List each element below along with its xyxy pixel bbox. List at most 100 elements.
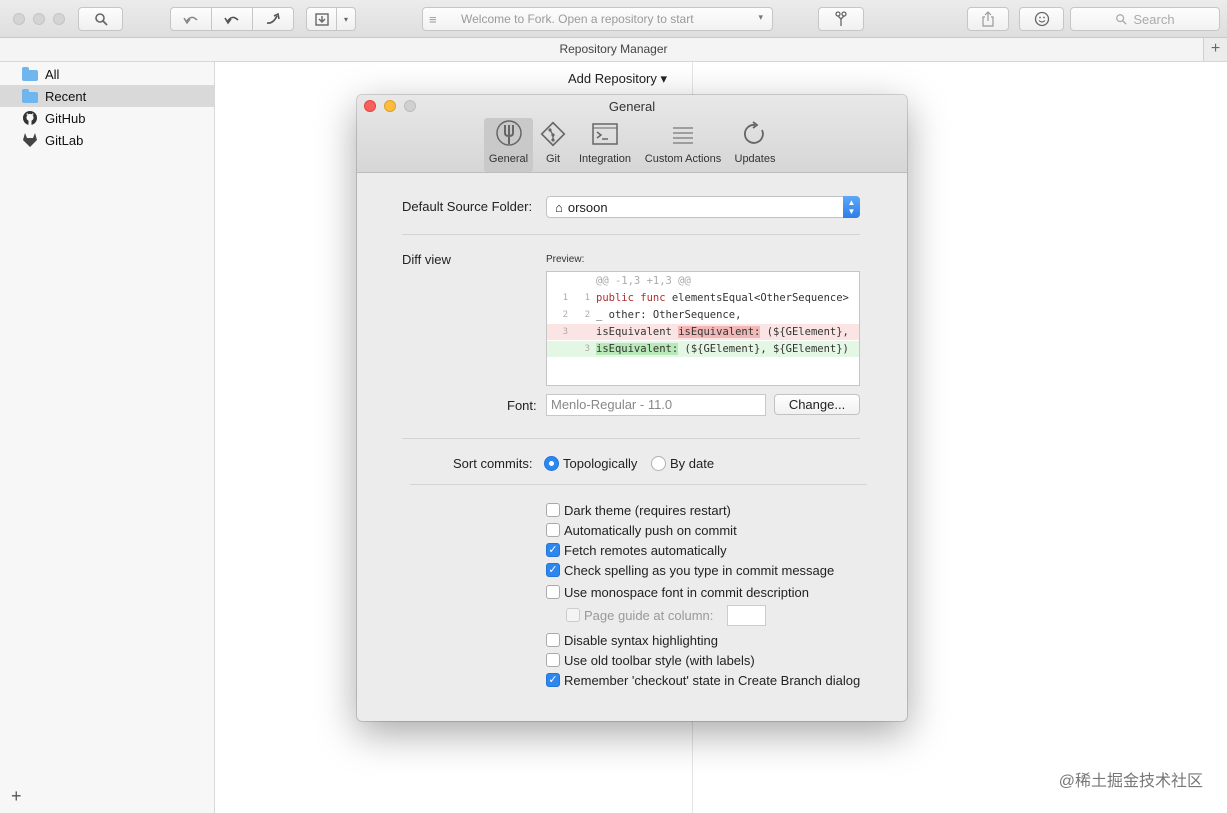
list-icon (663, 118, 703, 150)
tab-general[interactable]: General (484, 118, 533, 172)
diff-hunk-header: @@ -1,3 +1,3 @@ (547, 273, 859, 289)
sidebar-item-all[interactable]: All (0, 63, 214, 85)
hunk-text: @@ -1,3 +1,3 @@ (596, 275, 691, 287)
font-field: Menlo-Regular - 11.0 (546, 394, 766, 416)
gitlab-icon (23, 133, 37, 147)
chevron-down-icon: ▾ (343, 14, 348, 24)
tab-label: Git (545, 153, 561, 165)
search-field[interactable]: Search (1070, 7, 1220, 31)
tab-label: General (488, 153, 529, 165)
dialog-title: General (608, 99, 656, 114)
stash-button[interactable] (306, 7, 337, 31)
sidebar-item-github[interactable]: GitHub (0, 107, 214, 129)
repository-selector[interactable]: ≡ Welcome to Fork. Open a repository to … (422, 7, 773, 31)
tuning-fork-icon (489, 118, 529, 150)
default-source-folder-value: orsoon (567, 199, 608, 215)
remember-checkout-checkbox[interactable]: ✓ (546, 673, 560, 687)
branch-icon (835, 11, 847, 26)
smiley-icon (1034, 11, 1049, 27)
disable-syntax-highlighting-label: Disable syntax highlighting (564, 633, 718, 648)
code-added-highlight: isEquivalent: (596, 343, 679, 355)
up-down-arrows-icon: ▲ ▼ (843, 196, 860, 218)
quick-launch-button[interactable] (78, 7, 123, 31)
download-box-icon (314, 13, 329, 26)
sort-topologically-radio[interactable] (544, 456, 559, 471)
new-line-number: 3 (584, 344, 590, 354)
sort-by-date-radio[interactable] (651, 456, 666, 471)
add-repository-button[interactable]: Add Repository ▾ (568, 71, 667, 87)
sidebar-item-label: All (45, 66, 60, 82)
tab-custom-actions[interactable]: Custom Actions (639, 118, 727, 172)
window-minimize-button[interactable] (33, 13, 45, 25)
disable-syntax-highlighting-checkbox[interactable] (546, 633, 560, 647)
diff-line: 1 1 public func elementsEqual<OtherSeque… (547, 290, 859, 306)
code-text: elementsEqual<OtherSequence> (671, 292, 849, 304)
sort-by-date-label: By date (670, 456, 715, 471)
auto-push-label: Automatically push on commit (564, 523, 737, 538)
list-icon: ≡ (429, 11, 437, 27)
font-label: Font: (507, 398, 537, 413)
window-zoom-button[interactable] (53, 13, 65, 25)
branch-button[interactable] (818, 7, 864, 31)
page-guide-checkbox[interactable] (566, 608, 580, 622)
old-toolbar-style-checkbox[interactable] (546, 653, 560, 667)
page-guide-column-field[interactable] (727, 605, 766, 626)
check-spelling-label: Check spelling as you type in commit mes… (564, 563, 835, 578)
terminal-icon (585, 118, 625, 150)
sidebar-item-label: GitLab (45, 132, 84, 148)
plus-icon: + (1210, 40, 1221, 57)
old-line-number: 1 (562, 293, 568, 303)
diff-line: 2 2 _ other: OtherSequence, (547, 307, 859, 323)
code-text: isEquivalent (596, 326, 679, 338)
share-button[interactable] (967, 7, 1009, 31)
repository-manager-title: Repository Manager (559, 42, 668, 56)
tab-label: Custom Actions (644, 153, 722, 165)
fetch-button[interactable] (211, 7, 253, 31)
fetch-remotes-checkbox[interactable]: ✓ (546, 543, 560, 557)
push-button[interactable] (252, 7, 294, 31)
share-icon (982, 11, 994, 27)
sidebar-item-label: Recent (45, 88, 87, 104)
folder-icon (22, 66, 38, 81)
monospace-font-checkbox[interactable] (546, 585, 560, 599)
code-keyword: public func (596, 292, 672, 304)
change-font-button[interactable]: Change... (774, 394, 860, 415)
separator (410, 484, 867, 485)
check-spelling-checkbox[interactable]: ✓ (546, 563, 560, 577)
dialog-header: General General Git Integration Custom A… (357, 95, 907, 173)
diff-line-added: 3 isEquivalent: (${GElement}, ${GElement… (547, 341, 859, 357)
undo-button[interactable] (170, 7, 212, 31)
code-text: _ other: OtherSequence, (596, 309, 742, 321)
old-line-number: 2 (562, 310, 568, 320)
sidebar-item-recent[interactable]: Recent (0, 85, 214, 107)
preferences-dialog: General General Git Integration Custom A… (357, 95, 907, 721)
diff-line-removed: 3 isEquivalent isEquivalent: (${GElement… (547, 324, 859, 340)
search-icon (1116, 14, 1128, 25)
dark-theme-checkbox[interactable] (546, 503, 560, 517)
default-source-folder-label: Default Source Folder: (402, 199, 533, 214)
feedback-button[interactable] (1019, 7, 1064, 31)
refresh-icon (735, 118, 775, 150)
search-placeholder: Search (1133, 11, 1175, 27)
separator (402, 234, 860, 235)
stash-dropdown-button[interactable]: ▾ (336, 7, 356, 31)
dark-theme-label: Dark theme (requires restart) (564, 503, 731, 518)
undo-icon (183, 16, 198, 25)
default-source-folder-select[interactable]: ⌂ orsoon ▲ ▼ (546, 196, 860, 218)
tab-label: Updates (734, 153, 776, 165)
tab-integration[interactable]: Integration (573, 118, 637, 172)
tab-git[interactable]: Git (533, 118, 573, 172)
sidebar-item-gitlab[interactable]: GitLab (0, 129, 214, 151)
preview-label: Preview: (546, 254, 585, 265)
magnifier-icon (94, 13, 108, 26)
new-tab-button[interactable]: + (1203, 38, 1227, 61)
repository-manager-bar: Repository Manager + (0, 38, 1227, 62)
monospace-font-label: Use monospace font in commit description (564, 585, 809, 600)
new-line-number: 1 (584, 293, 590, 303)
tab-updates[interactable]: Updates (730, 118, 780, 172)
add-category-button[interactable]: + (11, 786, 22, 807)
auto-push-checkbox[interactable] (546, 523, 560, 537)
checkmark-icon: ✓ (548, 564, 558, 576)
window-close-button[interactable] (13, 13, 25, 25)
code-removed-highlight: isEquivalent: (678, 326, 761, 338)
